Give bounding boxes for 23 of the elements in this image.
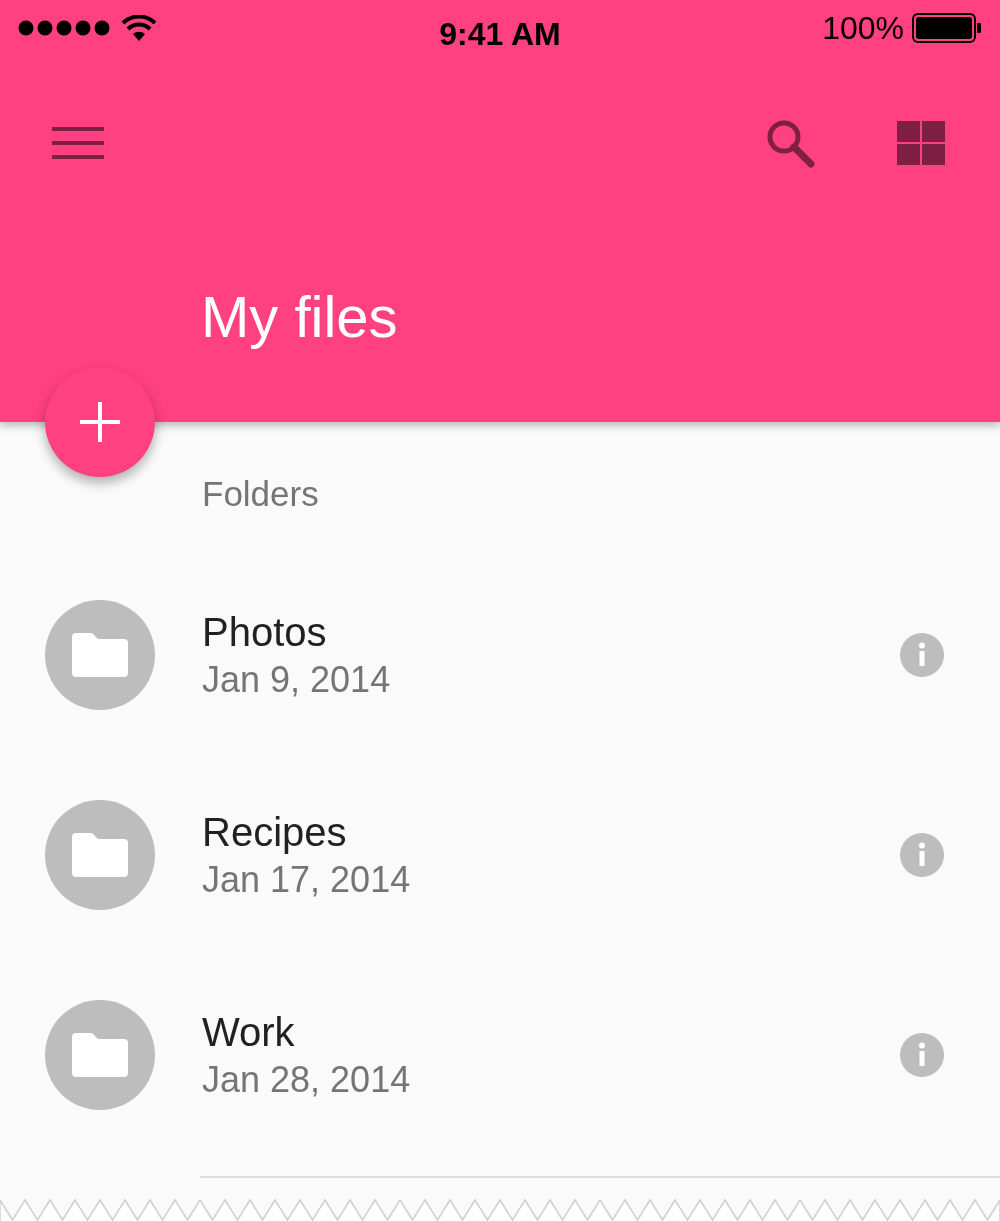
menu-icon[interactable] bbox=[52, 125, 104, 161]
folder-date: Jan 28, 2014 bbox=[202, 1062, 412, 1098]
search-icon[interactable] bbox=[765, 118, 815, 168]
folder-date: Jan 17, 2014 bbox=[202, 862, 412, 898]
wifi-icon bbox=[122, 15, 156, 41]
folder-name: Recipes bbox=[202, 812, 348, 852]
folder-name: Work bbox=[202, 1012, 296, 1052]
plus-icon bbox=[80, 402, 120, 442]
status-time: 9:41 AM bbox=[439, 15, 561, 54]
folder-date: Jan 9, 2014 bbox=[202, 662, 392, 698]
info-icon[interactable] bbox=[900, 633, 944, 677]
folder-icon bbox=[72, 633, 128, 677]
info-icon[interactable] bbox=[900, 1033, 944, 1077]
battery-icon bbox=[912, 13, 982, 43]
signal-icon bbox=[18, 19, 112, 37]
battery-percent: 100% bbox=[822, 9, 904, 48]
grid-icon[interactable] bbox=[897, 121, 945, 165]
info-icon[interactable] bbox=[900, 833, 944, 877]
section-header: Folders bbox=[202, 473, 319, 515]
add-button[interactable] bbox=[45, 367, 155, 477]
folder-name: Photos bbox=[202, 612, 328, 652]
folder-icon bbox=[72, 833, 128, 877]
folder-icon bbox=[72, 1033, 128, 1077]
